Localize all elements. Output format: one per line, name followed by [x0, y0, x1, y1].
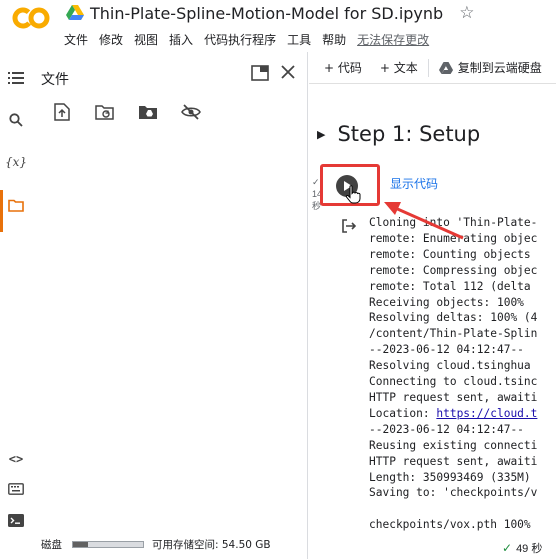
section-title: Step 1: Setup [337, 122, 481, 146]
output-line: Saving to: 'checkpoints/v [369, 486, 538, 500]
disk-usage: 磁盘 可用存储空间: 54.50 GB [41, 529, 307, 559]
output-redirect-icon[interactable] [341, 218, 357, 234]
disk-usage-fill [73, 541, 89, 547]
output-line: Connecting to cloud.tsinc [369, 375, 538, 389]
menu-runtime[interactable]: 代码执行程序 [204, 31, 276, 48]
google-drive-icon [66, 5, 84, 20]
output-line: remote: Compressing objec [369, 263, 538, 277]
toggle-hidden-button[interactable] [179, 100, 203, 124]
output-line: /content/Thin-Plate-Splin [369, 327, 538, 341]
menu-tools[interactable]: 工具 [287, 31, 311, 48]
output-line: Receiving objects: 100% [369, 295, 524, 309]
output-line: Reusing existing connecti [369, 438, 538, 452]
status-check-icon: ✓ [502, 541, 513, 555]
section-header[interactable]: ▶ Step 1: Setup [317, 122, 480, 146]
status-bar: ✓ 49 秒 [496, 537, 556, 559]
drive-icon [438, 61, 453, 74]
status-time: 49 秒 [516, 543, 543, 555]
active-indicator [0, 190, 3, 232]
output-line-location: Location: https://cloud.t [369, 406, 537, 422]
notebook-toolbar: + 代码 + 文本 复制到云端硬盘 [309, 52, 556, 84]
disk-free-text: 可用存储空间: 54.50 GB [152, 538, 271, 551]
upload-file-button[interactable] [50, 100, 74, 124]
menu-bar: 文件 修改 视图 插入 代码执行程序 工具 帮助 无法保存更改 [64, 31, 429, 48]
upload-icon [54, 103, 70, 121]
refresh-button[interactable] [93, 100, 117, 124]
notebook-area: + 代码 + 文本 复制到云端硬盘 ▶ Step 1: Setup ✓ 14 秒… [309, 52, 556, 559]
show-code-link[interactable]: 显示代码 [390, 175, 438, 192]
output-line: checkpoints/vox.pth 100% [369, 518, 531, 532]
folder-refresh-icon [95, 105, 114, 120]
collapse-caret-icon[interactable]: ▶ [317, 128, 325, 141]
output-line: --2023-06-12 04:12:47-- [369, 343, 524, 357]
disk-label: 磁盘 [41, 538, 62, 551]
app-header: Thin-Plate-Spline-Motion-Model for SD.ip… [0, 0, 556, 52]
open-in-tab-icon[interactable] [251, 65, 269, 81]
copy-to-drive-label: 复制到云端硬盘 [457, 61, 542, 75]
star-icon[interactable]: ☆ [459, 3, 474, 23]
add-code-button[interactable]: + 代码 [324, 59, 362, 76]
variables-icon[interactable]: {x} [5, 152, 27, 172]
copy-to-drive-button[interactable]: 复制到云端硬盘 [438, 59, 542, 76]
terminal-icon[interactable] [6, 510, 26, 530]
output-line: HTTP request sent, awaiti [369, 390, 538, 404]
menu-edit[interactable]: 修改 [99, 31, 123, 48]
close-icon[interactable] [281, 65, 295, 79]
toc-icon[interactable] [6, 68, 26, 88]
location-label: Location: [369, 406, 437, 420]
toolbar-divider [427, 58, 429, 77]
menu-file[interactable]: 文件 [64, 31, 88, 48]
menu-help[interactable]: 帮助 [322, 31, 346, 48]
output-line: Resolving deltas: 100% (4 [369, 311, 538, 325]
notebook-title[interactable]: Thin-Plate-Spline-Motion-Model for SD.ip… [90, 4, 443, 23]
search-icon[interactable] [6, 110, 26, 130]
files-title: 文件 [41, 72, 69, 88]
unsaved-changes-link[interactable]: 无法保存更改 [357, 31, 429, 48]
mount-drive-button[interactable] [136, 100, 160, 124]
disk-usage-bar [72, 540, 144, 548]
output-line: --2023-06-12 04:12:47-- [369, 422, 524, 436]
annotation-arrow-icon [384, 202, 464, 240]
files-panel: 文件 磁盘 可用存储空间: 54.50 GB [32, 52, 308, 559]
cell-output: Cloning into 'Thin-Plate-remote: Enumera… [369, 215, 537, 533]
add-text-button[interactable]: + 文本 [380, 59, 418, 76]
output-line: HTTP request sent, awaiti [369, 454, 538, 468]
eye-off-icon [181, 104, 201, 120]
folder-icon[interactable] [6, 195, 26, 215]
output-line: remote: Total 112 (delta [369, 279, 531, 293]
activity-bar: {x} <> [0, 52, 32, 559]
output-line: Length: 350993469 (335M) [369, 470, 531, 484]
drive-folder-icon [139, 106, 157, 119]
command-palette-icon[interactable] [6, 479, 26, 499]
menu-insert[interactable]: 插入 [169, 31, 193, 48]
code-snippets-icon[interactable]: <> [6, 449, 26, 469]
hand-cursor-icon [345, 185, 361, 204]
output-line: Resolving cloud.tsinghua [369, 359, 531, 373]
output-line: remote: Counting objects [369, 247, 531, 261]
location-link[interactable]: https://cloud.t [436, 407, 537, 420]
colab-logo[interactable] [12, 6, 50, 30]
menu-view[interactable]: 视图 [134, 31, 158, 48]
